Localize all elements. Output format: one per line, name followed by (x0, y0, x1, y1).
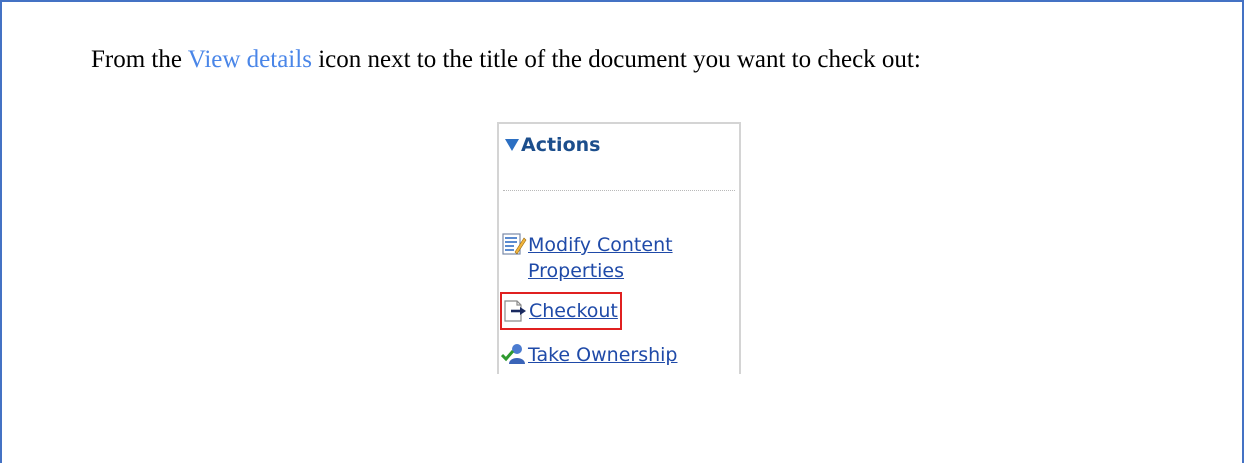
edit-document-icon (502, 233, 527, 255)
checkout-action[interactable]: Checkout (500, 292, 622, 330)
checkout-arrow-icon (504, 300, 526, 322)
modify-content-properties-label: Modify Content Properties (528, 234, 673, 282)
checkout-label: Checkout (529, 300, 618, 322)
instruction-prefix: From the (91, 46, 188, 73)
modify-content-properties-action[interactable]: Modify Content Properties (501, 232, 728, 284)
actions-header-label: Actions (521, 134, 601, 156)
dotted-divider (503, 190, 735, 191)
take-ownership-label: Take Ownership (528, 344, 678, 366)
user-check-icon (501, 344, 525, 364)
actions-panel: Actions Modify Content Properties Checko… (497, 122, 741, 374)
triangle-down-icon[interactable] (505, 139, 519, 151)
view-details-link[interactable]: View details (188, 46, 312, 73)
instruction-suffix: icon next to the title of the document y… (311, 46, 921, 73)
instruction-text: From the View details icon next to the t… (91, 46, 921, 74)
take-ownership-action[interactable]: Take Ownership (501, 342, 677, 368)
actions-header[interactable]: Actions (505, 134, 600, 156)
